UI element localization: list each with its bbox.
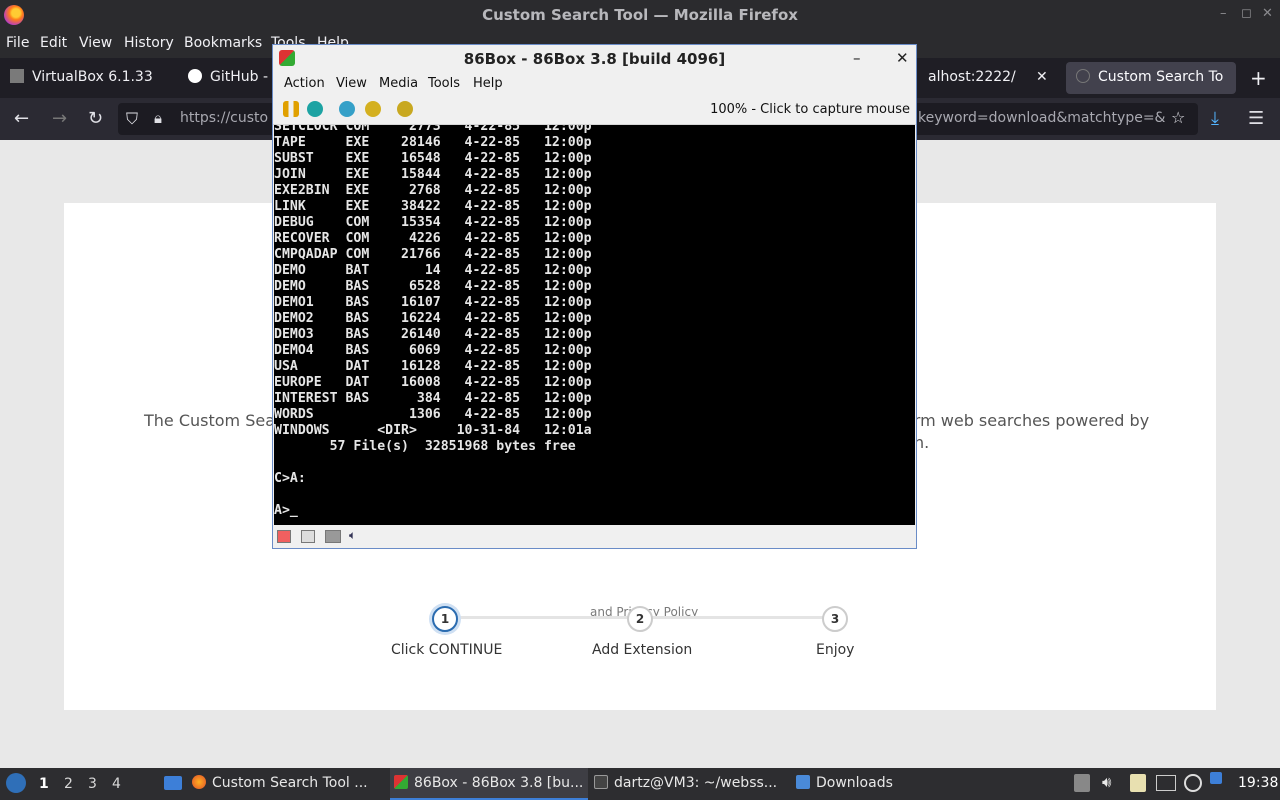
tab-custom-search[interactable]: Custom Search To [1066, 62, 1236, 94]
taskbar-item-label: dartz@VM3: ~/webss... [614, 775, 778, 791]
86box-statusbar: 🔈︎ [273, 526, 916, 548]
menu-history[interactable]: History [124, 35, 174, 51]
virtualbox-icon [10, 69, 24, 83]
taskbar-item-downloads[interactable]: Downloads [796, 768, 916, 800]
reload-icon[interactable]: ↻ [88, 108, 103, 129]
tray-app-icon[interactable] [1074, 774, 1090, 792]
hard-disk-icon[interactable] [325, 530, 341, 543]
86box-menu-media[interactable]: Media [379, 76, 418, 91]
show-desktop-icon[interactable] [164, 776, 182, 790]
workspace-1[interactable]: 1 [39, 776, 49, 792]
taskbar-item-terminal[interactable]: dartz@VM3: ~/webss... [594, 768, 790, 800]
tab-label: GitHub - 8 [210, 69, 272, 85]
reset-icon[interactable] [339, 101, 355, 117]
clock[interactable]: 19:38 [1238, 775, 1278, 791]
86box-menu-help[interactable]: Help [473, 76, 503, 91]
firefox-icon [192, 775, 206, 789]
86box-titlebar[interactable]: 86Box - 86Box 3.8 [build 4096] – ✕ [273, 45, 916, 73]
start-menu-icon[interactable] [6, 773, 26, 793]
maximize-icon[interactable]: ◻ [1241, 6, 1252, 21]
tab-virtualbox[interactable]: VirtualBox 6.1.33 [0, 62, 176, 94]
cdrom-drive-icon[interactable] [301, 530, 315, 543]
capture-status: 100% - Click to capture mouse [710, 102, 910, 117]
86box-title: 86Box - 86Box 3.8 [build 4096] [463, 50, 726, 68]
url-text[interactable]: https://custo [180, 110, 268, 126]
notification-icon[interactable] [1210, 772, 1222, 784]
workspace-3[interactable]: 3 [88, 776, 97, 792]
tab-github[interactable]: GitHub - 8 [178, 62, 272, 94]
tab-close-icon[interactable]: ✕ [1036, 69, 1048, 85]
minimize-icon[interactable]: – [1220, 6, 1227, 21]
firefox-titlebar: Custom Search Tool — Mozilla Firefox – ◻… [0, 0, 1280, 30]
shield-icon[interactable]: ⛉ [126, 109, 138, 129]
ctrl-alt-del-icon[interactable] [307, 101, 323, 117]
taskbar: 1 2 3 4 Custom Search Tool ... 86Box - 8… [0, 768, 1280, 800]
86box-icon [394, 775, 408, 789]
tab-label: Custom Search To [1098, 69, 1224, 85]
folder-icon [796, 775, 810, 789]
new-tab-icon[interactable]: + [1250, 66, 1267, 90]
step-2-label: Add Extension [592, 642, 693, 658]
description-left: The Custom Searc [144, 411, 291, 430]
menu-bookmarks[interactable]: Bookmarks [184, 35, 262, 51]
clipboard-icon[interactable] [1130, 774, 1146, 792]
close-icon[interactable]: ✕ [1262, 6, 1273, 21]
url-text-tail[interactable]: keyword=download&matchtype=& [918, 110, 1165, 126]
86box-menu-view[interactable]: View [336, 76, 367, 91]
taskbar-item-label: Downloads [816, 775, 893, 791]
floppy-drive-icon[interactable] [277, 530, 291, 543]
back-icon[interactable]: ← [14, 108, 29, 129]
step-2-circle: 2 [627, 606, 653, 632]
taskbar-item-firefox[interactable]: Custom Search Tool ... [192, 768, 382, 800]
taskbar-item-86box[interactable]: 86Box - 86Box 3.8 [bu... [390, 768, 588, 800]
taskbar-item-label: Custom Search Tool ... [212, 775, 368, 791]
taskbar-item-label: 86Box - 86Box 3.8 [bu... [414, 775, 584, 791]
step-3-label: Enjoy [816, 642, 855, 658]
86box-menubar: Action View Media Tools Help [273, 73, 916, 95]
menu-edit[interactable]: Edit [40, 35, 67, 51]
workspace-4[interactable]: 4 [112, 776, 121, 792]
86box-window[interactable]: 86Box - 86Box 3.8 [build 4096] – ✕ Actio… [272, 44, 917, 549]
description-right: orm web searches powered by [904, 411, 1150, 430]
display-icon[interactable] [1156, 775, 1176, 791]
step-3-circle: 3 [822, 606, 848, 632]
step-1-label: Click CONTINUE [391, 642, 503, 658]
tab-favicon-icon [1076, 69, 1090, 83]
hamburger-menu-icon[interactable]: ☰ [1248, 108, 1264, 129]
dos-terminal-output: SETCLOCK COM 2773 4-22-85 12:00p TAPE EX… [274, 125, 592, 518]
terminal-icon [594, 775, 608, 789]
emulator-screen[interactable]: SETCLOCK COM 2773 4-22-85 12:00p TAPE EX… [274, 125, 915, 525]
menu-view[interactable]: View [79, 35, 112, 51]
downloads-icon[interactable]: ⤓ [1211, 108, 1219, 129]
86box-toolbar: 100% - Click to capture mouse [273, 95, 916, 125]
86box-close-icon[interactable]: ✕ [896, 49, 909, 67]
volume-icon[interactable]: 🔊︎ [1102, 773, 1111, 791]
menu-file[interactable]: File [6, 35, 29, 51]
window-title: Custom Search Tool — Mozilla Firefox [482, 6, 798, 24]
forward-icon[interactable]: → [52, 108, 67, 129]
86box-menu-action[interactable]: Action [284, 76, 325, 91]
tab-localhost[interactable]: alhost:2222/ ✕ [918, 62, 1058, 94]
bookmark-star-icon[interactable]: ☆ [1171, 108, 1185, 127]
settings-icon[interactable] [397, 101, 413, 117]
github-icon [188, 69, 202, 83]
power-icon[interactable] [365, 101, 381, 117]
lock-icon[interactable]: 🔒︎ [154, 109, 162, 127]
workspace-2[interactable]: 2 [64, 776, 73, 792]
sound-icon[interactable]: 🔈︎ [349, 528, 363, 542]
step-1-circle: 1 [432, 606, 458, 632]
tab-label: VirtualBox 6.1.33 [32, 69, 153, 85]
file-manager-icon[interactable] [136, 776, 150, 790]
network-icon[interactable] [1184, 774, 1202, 792]
86box-menu-tools[interactable]: Tools [428, 76, 460, 91]
86box-minimize-icon[interactable]: – [853, 49, 861, 67]
tab-label: alhost:2222/ [928, 69, 1016, 85]
pause-icon[interactable] [283, 101, 299, 117]
